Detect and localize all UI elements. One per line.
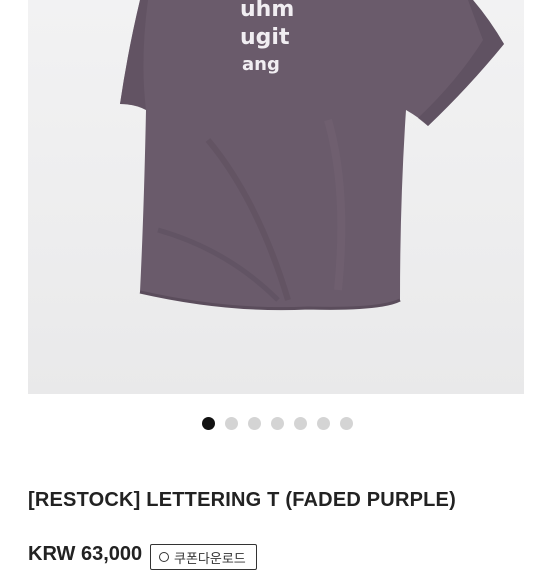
- product-title: [RESTOCK] LETTERING T (FADED PURPLE): [28, 489, 456, 511]
- print-line-3: ang: [242, 54, 280, 75]
- coupon-label: 쿠폰다운로드: [174, 550, 246, 566]
- carousel-dot-7[interactable]: [339, 417, 353, 430]
- product-image[interactable]: uhm ugit ang: [28, 0, 524, 394]
- print-line-2: ugit: [240, 25, 290, 50]
- carousel-dot-3[interactable]: [247, 417, 261, 430]
- carousel-dot-4[interactable]: [270, 417, 284, 430]
- carousel-dot-1[interactable]: [201, 417, 215, 430]
- print-line-1: uhm: [240, 0, 294, 22]
- carousel-dot-5[interactable]: [293, 417, 307, 430]
- carousel-dot-2[interactable]: [224, 417, 238, 430]
- product-price: KRW 63,000: [28, 543, 143, 565]
- tshirt-shape: [120, 0, 504, 309]
- coupon-download-button[interactable]: 쿠폰다운로드: [150, 544, 257, 570]
- carousel-pagination: [0, 417, 554, 431]
- tshirt-illustration: uhm ugit ang: [120, 0, 504, 311]
- carousel-dot-6[interactable]: [316, 417, 330, 430]
